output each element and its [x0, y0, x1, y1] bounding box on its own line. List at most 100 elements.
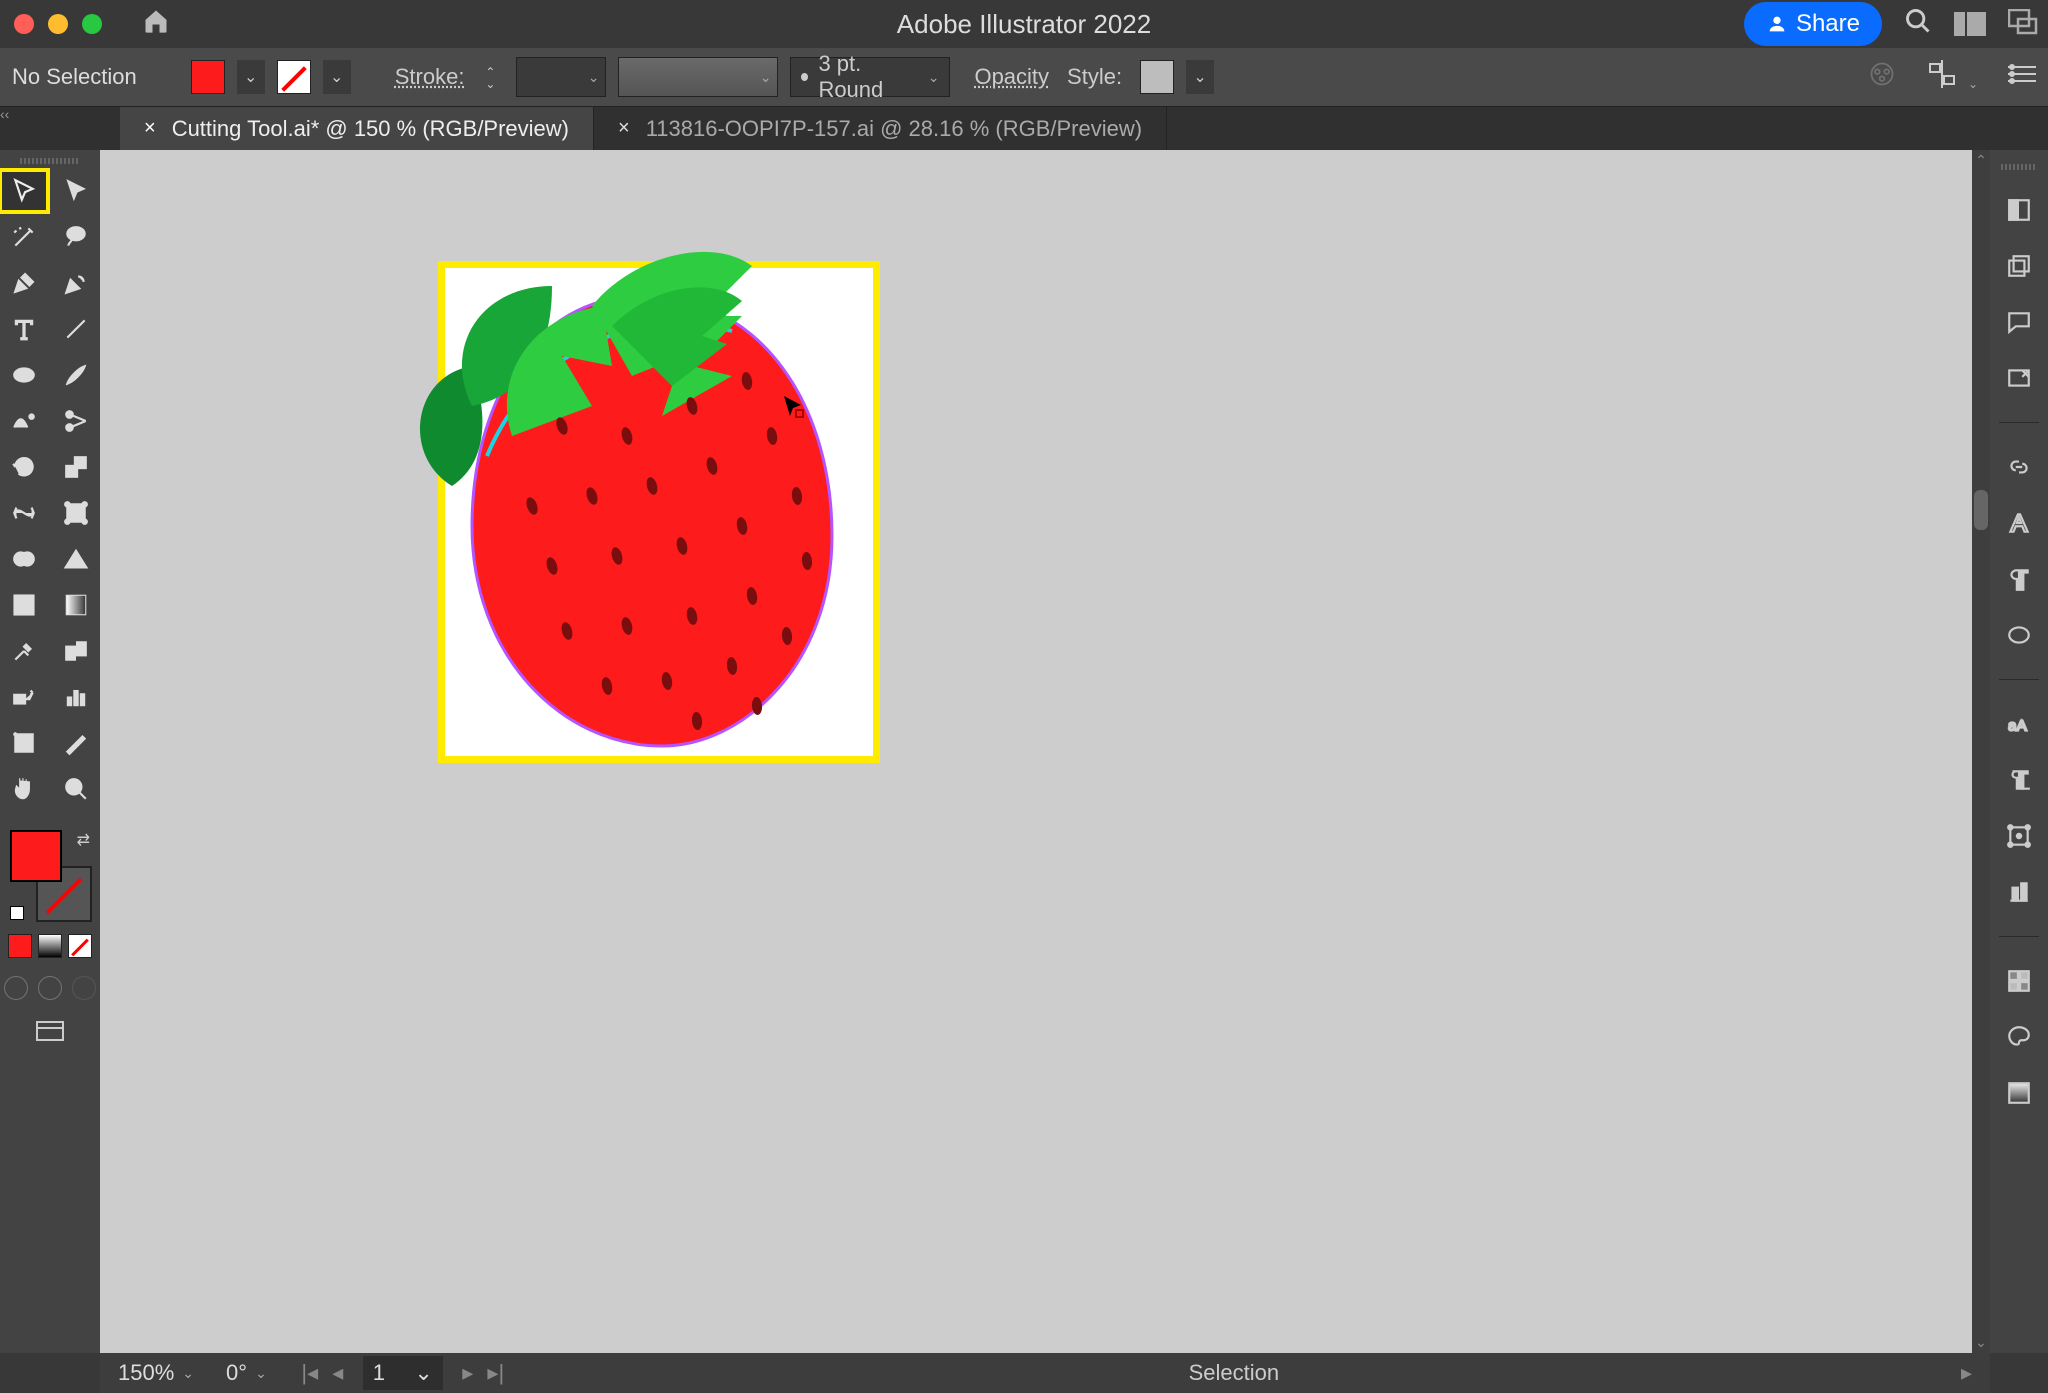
layers-panel-icon[interactable] [2003, 250, 2035, 282]
scale-tool[interactable] [52, 446, 100, 488]
tab-second-doc[interactable]: × 113816-OOPI7P-157.ai @ 28.16 % (RGB/Pr… [594, 107, 1167, 150]
first-artboard-icon[interactable]: |◂ [299, 1360, 321, 1386]
perspective-grid-tool[interactable] [52, 538, 100, 580]
properties-panel-icon[interactable] [2003, 194, 2035, 226]
scissors-tool[interactable] [52, 400, 100, 442]
color-panel-icon[interactable] [2003, 1021, 2035, 1053]
opacity-label[interactable]: Opacity [974, 64, 1049, 90]
magic-wand-tool[interactable] [0, 216, 48, 258]
fill-color-indicator[interactable] [10, 830, 62, 882]
ellipse-tool[interactable] [0, 354, 48, 396]
canvas[interactable]: ⌃ ⌄ [100, 150, 1990, 1353]
stroke-swatch[interactable] [277, 60, 311, 94]
scroll-down-icon[interactable]: ⌄ [1972, 1334, 1990, 1351]
hand-tool[interactable] [0, 768, 48, 810]
next-artboard-icon[interactable]: ▸ [457, 1360, 479, 1386]
home-icon[interactable] [142, 7, 170, 42]
swatches-panel-icon[interactable] [2003, 965, 2035, 997]
transform-panel-icon[interactable] [2003, 820, 2035, 852]
zoom-window-button[interactable] [82, 14, 102, 34]
selection-status: No Selection [12, 64, 137, 90]
paragraph-styles-panel-icon[interactable] [2003, 764, 2035, 796]
minimize-window-button[interactable] [48, 14, 68, 34]
recolor-icon[interactable] [1868, 60, 1896, 94]
stroke-dropdown[interactable]: ⌄ [323, 60, 351, 94]
panel-grip-icon[interactable] [20, 158, 80, 164]
artboard-tool[interactable] [0, 722, 48, 764]
transform-panel-icon[interactable] [2008, 63, 2036, 91]
column-graph-tool[interactable] [52, 676, 100, 718]
swap-fill-stroke-icon[interactable]: ⇄ [77, 830, 90, 850]
stroke-label[interactable]: Stroke: [395, 64, 465, 90]
paintbrush-tool[interactable] [52, 354, 100, 396]
rotate-tool[interactable] [0, 446, 48, 488]
align-panel-icon[interactable] [2003, 876, 2035, 908]
artboard-nav-fwd: ▸ ▸| [457, 1360, 507, 1386]
slice-tool[interactable] [52, 722, 100, 764]
color-mode-none[interactable] [68, 934, 92, 958]
line-tool[interactable] [52, 308, 100, 350]
zoom-dropdown[interactable]: 150% ⌄ [118, 1360, 194, 1386]
mesh-tool[interactable] [0, 584, 48, 626]
eyedropper-tool[interactable] [0, 630, 48, 672]
fill-dropdown[interactable]: ⌄ [237, 60, 265, 94]
type-tool[interactable] [0, 308, 48, 350]
draw-behind-icon[interactable] [38, 976, 62, 1000]
scrollbar-thumb[interactable] [1974, 490, 1988, 530]
width-tool[interactable] [0, 492, 48, 534]
curvature-tool[interactable] [52, 262, 100, 304]
arrange-documents-icon[interactable] [1954, 12, 1986, 36]
share-button[interactable]: Share [1744, 2, 1882, 46]
libraries-panel-icon[interactable] [2003, 362, 2035, 394]
close-tab-icon[interactable]: × [144, 117, 156, 140]
scroll-up-icon[interactable]: ⌃ [1972, 152, 1990, 169]
shaper-tool[interactable] [0, 400, 48, 442]
comments-panel-icon[interactable] [2003, 306, 2035, 338]
rotation-dropdown[interactable]: 0° ⌄ [226, 1360, 267, 1386]
blend-tool[interactable] [52, 630, 100, 672]
search-icon[interactable] [1904, 7, 1932, 42]
artboard-selected[interactable] [445, 268, 873, 756]
close-window-button[interactable] [14, 14, 34, 34]
fill-swatch[interactable] [191, 60, 225, 94]
direct-selection-tool[interactable] [52, 170, 100, 212]
graphic-style-swatch[interactable] [1140, 60, 1174, 94]
style-dropdown[interactable]: ⌄ [1186, 60, 1214, 94]
color-mode-gradient[interactable] [38, 934, 62, 958]
paragraph-panel-icon[interactable] [2003, 563, 2035, 595]
default-fill-stroke-icon[interactable] [10, 906, 24, 920]
color-mode-solid[interactable] [8, 934, 32, 958]
character-styles-panel-icon[interactable]: aA [2003, 708, 2035, 740]
fill-stroke-indicator[interactable]: ⇄ [10, 830, 90, 920]
status-menu-icon[interactable]: ▸ [1961, 1360, 1972, 1386]
draw-inside-icon[interactable] [72, 976, 96, 1000]
zoom-tool[interactable] [52, 768, 100, 810]
free-transform-tool[interactable] [52, 492, 100, 534]
draw-normal-icon[interactable] [4, 976, 28, 1000]
stroke-weight-stepper[interactable]: ⌃⌄ [476, 57, 504, 97]
stroke-weight-dropdown[interactable]: ⌄ [516, 57, 606, 97]
screen-mode-icon[interactable] [35, 1020, 65, 1051]
vertical-scrollbar[interactable]: ⌃ ⌄ [1972, 150, 1990, 1353]
gradient-panel-icon[interactable] [2003, 1077, 2035, 1109]
shape-builder-tool[interactable] [0, 538, 48, 580]
prev-artboard-icon[interactable]: ◂ [327, 1360, 349, 1386]
character-panel-icon[interactable] [2003, 507, 2035, 539]
last-artboard-icon[interactable]: ▸| [485, 1360, 507, 1386]
links-panel-icon[interactable] [2003, 451, 2035, 483]
selection-tool[interactable] [0, 170, 48, 212]
opentype-panel-icon[interactable] [2003, 619, 2035, 651]
lasso-tool[interactable] [52, 216, 100, 258]
workspace-switcher-icon[interactable] [2008, 9, 2038, 40]
tab-cutting-tool[interactable]: × Cutting Tool.ai* @ 150 % (RGB/Preview) [120, 107, 594, 150]
width-profile-dropdown[interactable]: 3 pt. Round ⌄ [790, 57, 950, 97]
pen-tool[interactable] [0, 262, 48, 304]
gradient-tool[interactable] [52, 584, 100, 626]
symbol-sprayer-tool[interactable] [0, 676, 48, 718]
align-icon[interactable]: ⌄ [1926, 60, 1978, 94]
panel-grip-icon[interactable] [2001, 164, 2037, 170]
collapse-handle-icon[interactable]: ‹‹ [0, 106, 18, 124]
artboard-number-field[interactable]: 1 ⌄ [363, 1356, 443, 1390]
brush-definition-dropdown[interactable]: ⌄ [618, 57, 778, 97]
close-tab-icon[interactable]: × [618, 117, 630, 140]
